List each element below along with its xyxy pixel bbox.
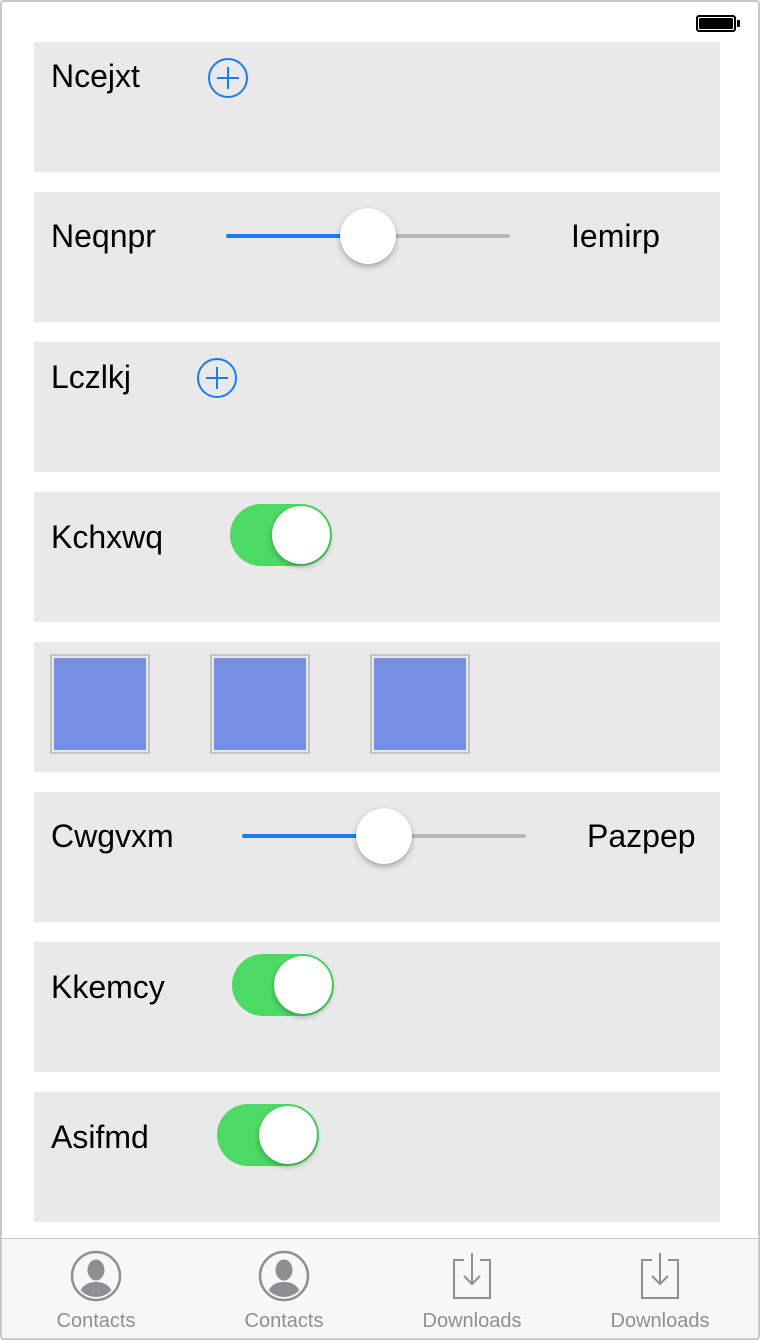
color-swatch[interactable] (370, 654, 470, 754)
toggle-knob (274, 956, 332, 1014)
tab-downloads-2[interactable]: Downloads (566, 1239, 754, 1338)
row-label: Cwgvxm (51, 818, 174, 854)
slider-max-label: Pazpep (587, 818, 696, 854)
row-label: Lczlkj (51, 359, 132, 395)
toggle-switch[interactable] (230, 504, 332, 566)
row-label: Kchxwq (51, 519, 164, 555)
color-swatch[interactable] (50, 654, 150, 754)
list-row-ncejxt: Ncejxt (34, 42, 720, 172)
list-row-kchxwq: Kchxwq (34, 492, 720, 622)
tab-downloads-1[interactable]: Downloads (378, 1239, 566, 1338)
row-label: Kkemcy (51, 969, 165, 1005)
tab-contacts-2[interactable]: Contacts (190, 1239, 378, 1338)
phone-screen: Ncejxt Neqnpr Iemirp Lczlkj Kchxwq Cwgvx… (0, 0, 760, 1340)
value-slider[interactable] (242, 806, 526, 866)
list-row-swatches (34, 642, 720, 772)
tab-contacts-1[interactable]: Contacts (2, 1239, 190, 1338)
list-row-asifmd: Asifmd (34, 1092, 720, 1222)
contact-avatar-icon (70, 1250, 122, 1302)
slider-max-label: Iemirp (571, 218, 660, 254)
battery-full-icon (696, 15, 740, 32)
contact-avatar-icon (258, 1250, 310, 1302)
list-row-kkemcy: Kkemcy (34, 942, 720, 1072)
plus-circle-icon[interactable] (197, 358, 237, 398)
toggle-switch[interactable] (232, 954, 334, 1016)
list-row-neqnpr: Neqnpr Iemirp (34, 192, 720, 322)
toggle-switch[interactable] (217, 1104, 319, 1166)
tab-label: Contacts (244, 1310, 324, 1332)
toggle-knob (259, 1106, 317, 1164)
list-row-cwgvxm: Cwgvxm Pazpep (34, 792, 720, 922)
slider-thumb[interactable] (340, 208, 396, 264)
color-swatch[interactable] (210, 654, 310, 754)
tab-bar: Contacts Contacts Downloads Downloads (2, 1238, 758, 1338)
download-tray-icon (453, 1253, 491, 1299)
row-label: Asifmd (51, 1119, 149, 1155)
value-slider[interactable] (226, 206, 510, 266)
tab-label: Downloads (610, 1310, 710, 1332)
slider-thumb[interactable] (356, 808, 412, 864)
download-tray-icon (641, 1253, 679, 1299)
row-label: Neqnpr (51, 218, 156, 254)
toggle-knob (272, 506, 330, 564)
tab-label: Downloads (422, 1310, 522, 1332)
list-row-lczlkj: Lczlkj (34, 342, 720, 472)
plus-circle-icon[interactable] (208, 58, 248, 98)
tab-label: Contacts (56, 1310, 136, 1332)
row-label: Ncejxt (51, 58, 140, 94)
